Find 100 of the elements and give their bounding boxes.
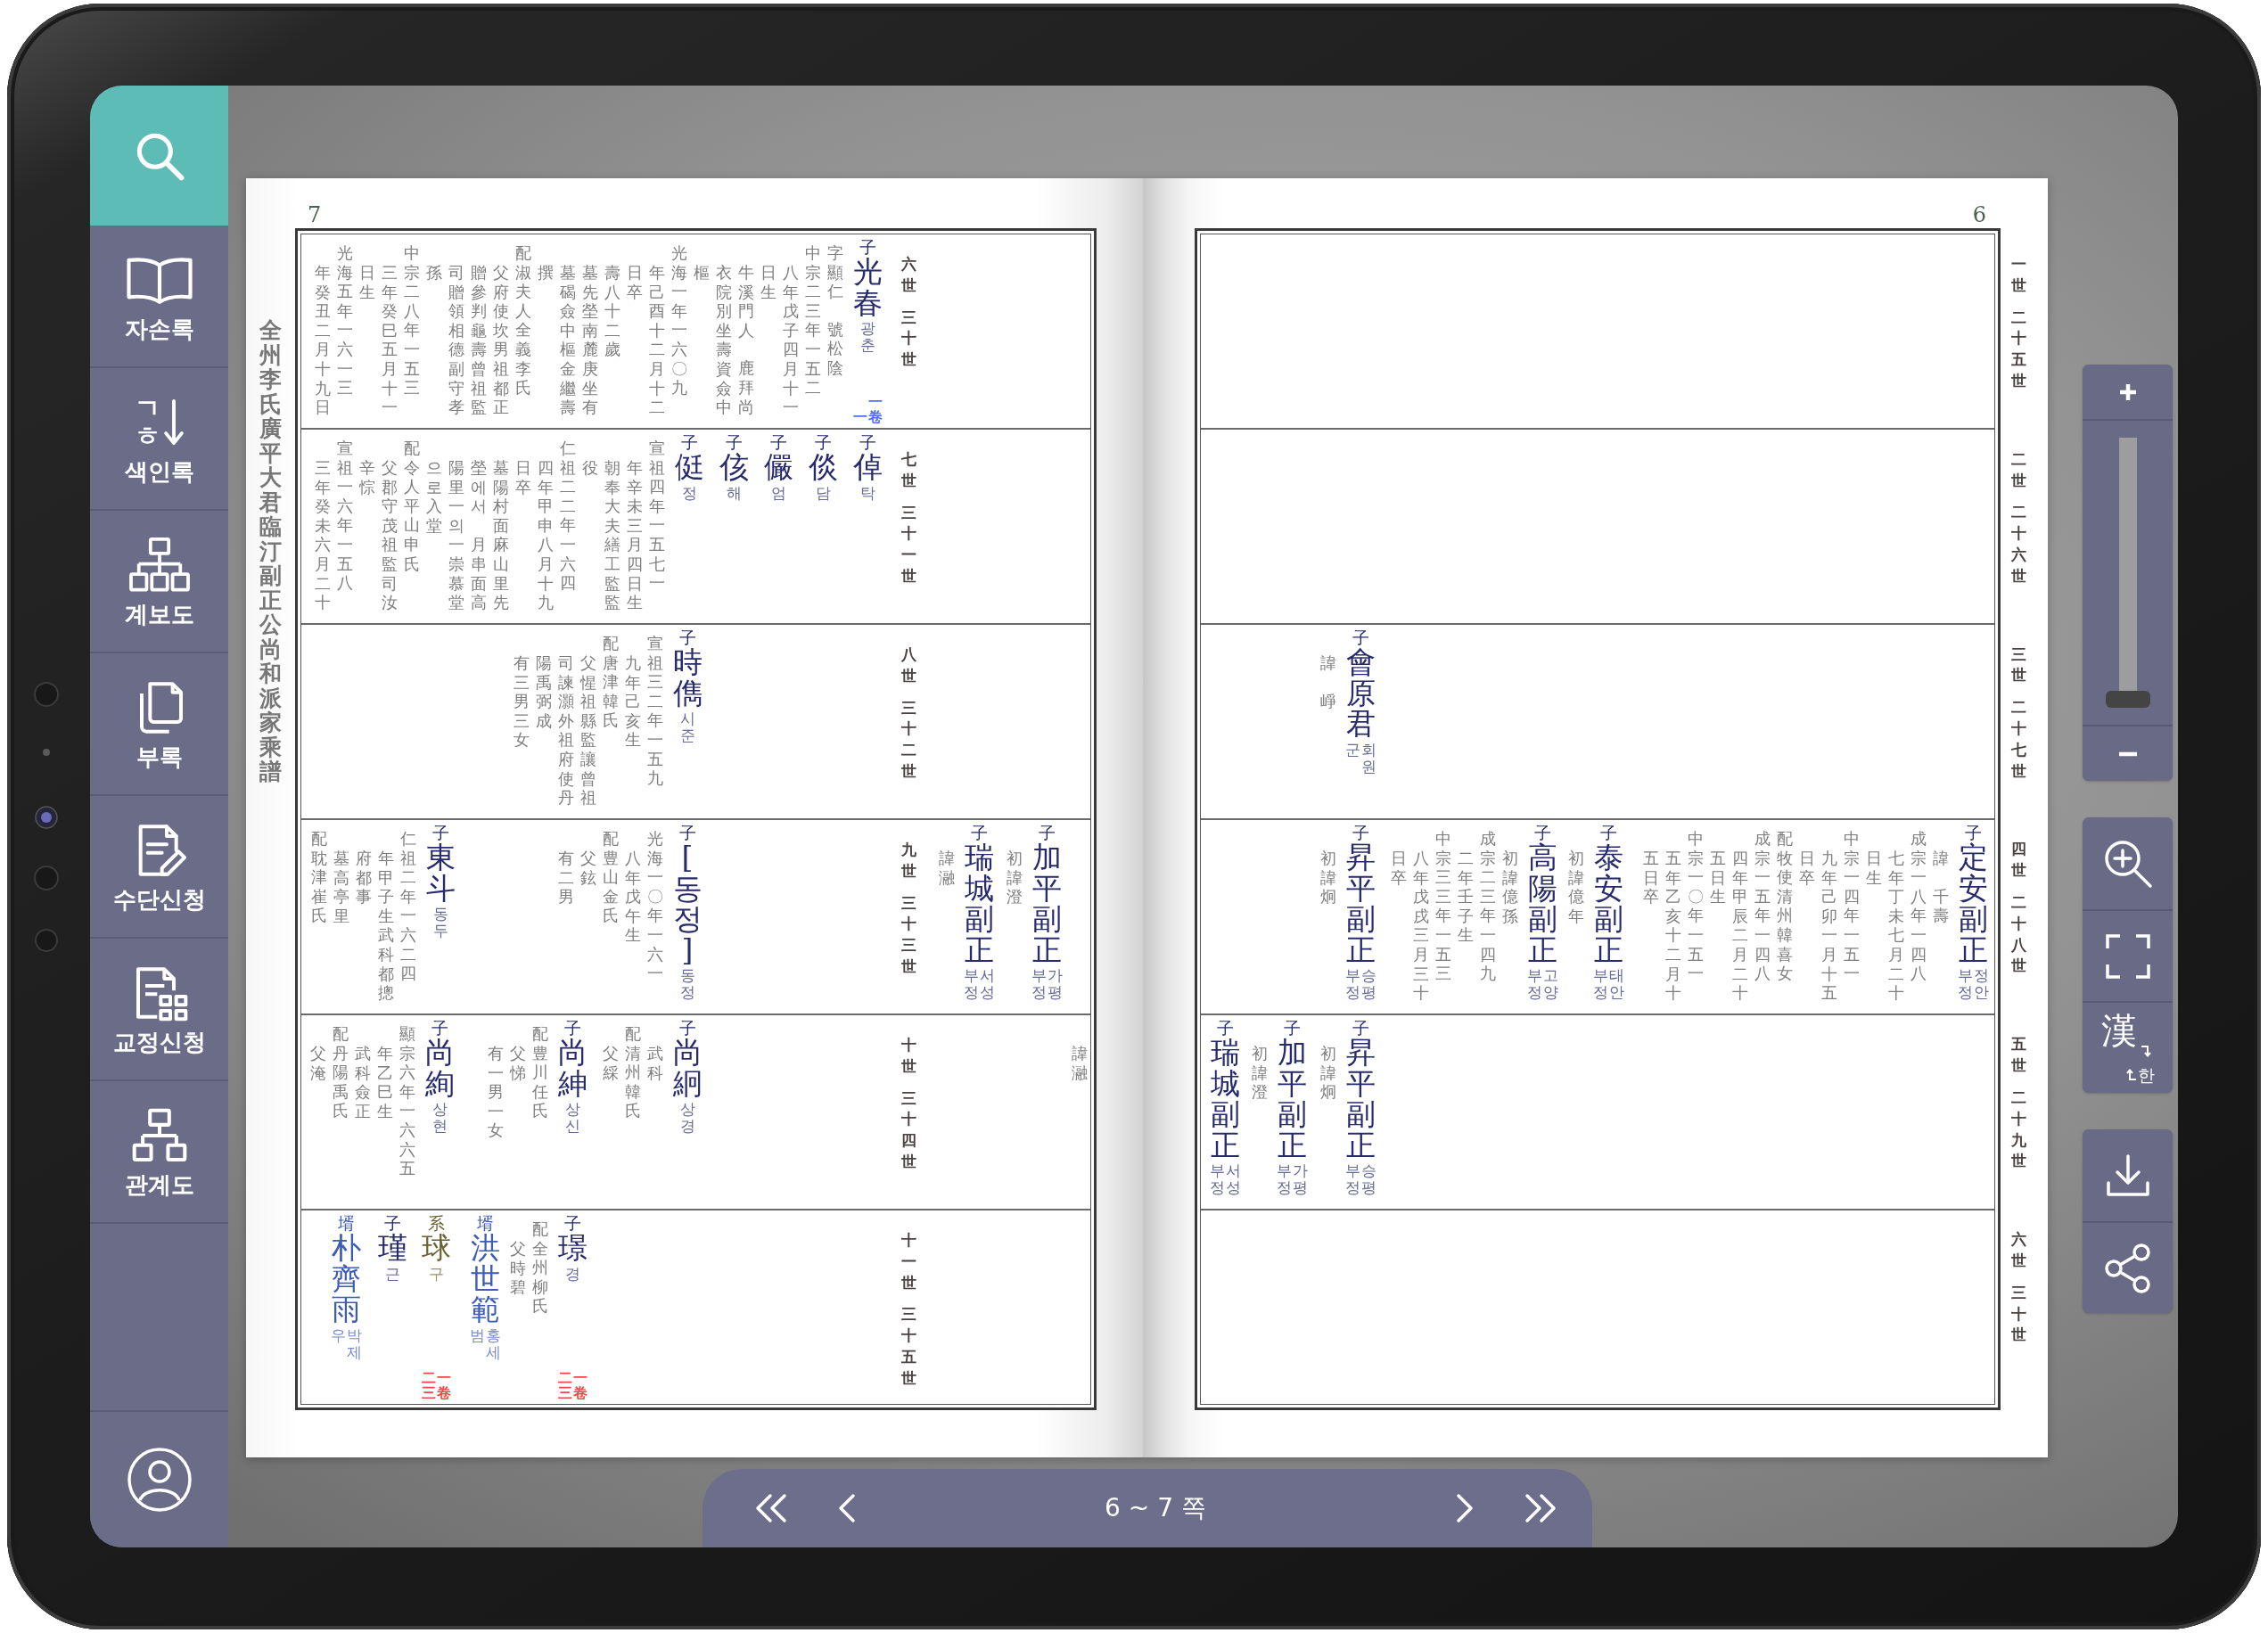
hanja-toggle-button[interactable]: 漢 한 [2083, 1001, 2173, 1093]
name-reading: 가평 [1292, 1162, 1308, 1196]
sensor-icon [33, 681, 60, 708]
name-reading: 승평 [1360, 1162, 1376, 1196]
record-note: 役 [581, 457, 598, 479]
record-note: 墓陽村面麻山里先 [492, 457, 509, 614]
record-note: 光海一〇年一六一 [646, 828, 663, 985]
relation-mark: 子 [1352, 1019, 1369, 1038]
name-reading: 범 [469, 1326, 485, 1346]
chevron-left-icon [836, 1492, 857, 1524]
relation-mark: 壻 [476, 1214, 494, 1233]
relation-mark: 子 [1283, 1019, 1301, 1038]
person-name: 洪世範 [470, 1232, 500, 1325]
volume-mark: 一卷 [867, 395, 883, 425]
record-note: 四年甲申八月十九 [537, 457, 554, 614]
name-reading: 상경 [679, 1101, 695, 1135]
generation-label: 二十五世 [2010, 307, 2026, 391]
relation-mark: 子 [678, 628, 696, 647]
record-note: 父綵 [602, 1043, 619, 1084]
record-note: 陽禹弼成 [535, 652, 552, 732]
profile-button[interactable] [90, 1410, 228, 1547]
zoom-in-button[interactable] [2083, 817, 2173, 909]
record-note: 諱瀜 [938, 848, 955, 889]
relation-mark: 壻 [337, 1214, 355, 1233]
person-name: 瑞城副正 [1210, 1037, 1240, 1161]
relation-mark: 子 [1352, 824, 1369, 842]
person-name: 侅 [719, 451, 749, 483]
name-reading: 군 [1344, 741, 1360, 760]
record-note: 撰 [537, 262, 554, 283]
name-reading: 부정 [1344, 967, 1360, 1001]
relation-mark: 子 [431, 824, 449, 842]
record-note: 中宗一四年一五一 [1843, 828, 1860, 985]
record-note: 武科僉正 [354, 1043, 371, 1122]
record-note: 陽里一의一崇慕堂 [448, 457, 464, 614]
name-reading: 고양 [1542, 967, 1558, 1001]
page-mark: 一 [852, 410, 867, 425]
generation-label: 七世 [900, 449, 916, 491]
generation-label: 三十世 [2010, 1282, 2026, 1346]
record-note: 五日生 [1709, 848, 1726, 908]
generation-label: 四世 [2010, 839, 2026, 882]
zoom-plus-button[interactable] [2083, 365, 2173, 419]
record-note: 配唐津韓氏 [602, 633, 619, 732]
name-reading: 서성 [979, 967, 995, 1001]
page-mark: 二三 [557, 1371, 572, 1401]
record-note: 父淹 [309, 1043, 326, 1084]
page-number: 6 [1972, 204, 1986, 226]
person-name: 昇平副正 [1345, 841, 1376, 966]
record-note: 二年壬子生 [1457, 848, 1474, 947]
person-name: 倬 [852, 451, 883, 483]
record-note: 諱瀜 [1071, 1043, 1088, 1084]
name-reading: 경 [564, 1265, 580, 1283]
name-reading: 근 [384, 1265, 400, 1283]
record-note: 宣祖四年一五七一 [648, 438, 665, 595]
person-name: 璟 [557, 1232, 588, 1264]
record-note: 配耽津崔氏 [310, 828, 327, 927]
person-name: 球 [421, 1232, 451, 1264]
record-note: 三年癸未六月二十 [314, 457, 331, 614]
relation-mark: 子 [769, 433, 787, 452]
volume-mark: 一卷 [572, 1371, 588, 1401]
record-note: 諱 [1319, 653, 1336, 673]
turn-arrow-icon [2141, 1045, 2151, 1057]
person-name: 加平副正 [1277, 1037, 1307, 1161]
volume-mark: 一卷 [436, 1371, 451, 1401]
generation-label: 三十一世 [900, 502, 916, 587]
sensor-icon [42, 748, 51, 757]
person-name: 昇平副正 [1345, 1037, 1376, 1161]
relation-mark: 子 [1038, 824, 1056, 842]
download-button[interactable] [2083, 1129, 2173, 1221]
record-note: 塋에서 月串面高 [470, 457, 487, 614]
chevron-right-icon [1454, 1492, 1475, 1524]
person-name: 尚紳 [557, 1037, 588, 1100]
record-note: 有二男 [557, 848, 574, 908]
name-reading: 부정 [1344, 1162, 1360, 1196]
record-note: 父鉉 [579, 848, 596, 889]
relation-mark: 子 [814, 433, 832, 452]
record-note: 初諱炯 [1319, 1043, 1336, 1104]
record-note: 父惺祖縣監讓曾祖 [579, 652, 596, 809]
record-note: 司贈領相德副守孝 [448, 262, 464, 419]
book-title: 全州李氏廣平大君臨汀副正公尚和派家乘譜 [259, 318, 282, 786]
record-note: 配牧使清州韓喜女 [1776, 828, 1793, 985]
record-note: 成宗二三年一四九 [1479, 828, 1496, 985]
record-note: 仁祖二二年一六四 [559, 438, 576, 595]
person-name: 瑞城副正 [964, 841, 994, 966]
record-note: 衣院別坐壽資僉中 [715, 262, 732, 419]
record-note: 五年乙亥十二月十 [1664, 848, 1681, 1005]
name-reading: 부정 [1957, 967, 1973, 1001]
record-note: 八年戊午生 [624, 848, 641, 947]
name-reading: 부정 [1592, 967, 1608, 1001]
share-button[interactable] [2083, 1221, 2173, 1313]
relation-mark: 系 [427, 1214, 445, 1233]
record-note: 墓先塋南麓庚坐有 [581, 262, 598, 419]
generation-label: 二十九世 [2010, 1087, 2026, 1172]
zoom-slider-thumb[interactable] [2105, 691, 2150, 708]
record-note: 年乙巳生 [376, 1043, 393, 1122]
record-note: 父府使坎男祖都正 [492, 262, 509, 419]
record-note: 三年癸巳五月十一 [381, 262, 398, 419]
person-name: 尚絅 [672, 1037, 703, 1100]
name-reading: 박제 [346, 1326, 362, 1361]
person-name: 加平副正 [1031, 841, 1062, 966]
fullscreen-button[interactable] [2083, 909, 2173, 1001]
